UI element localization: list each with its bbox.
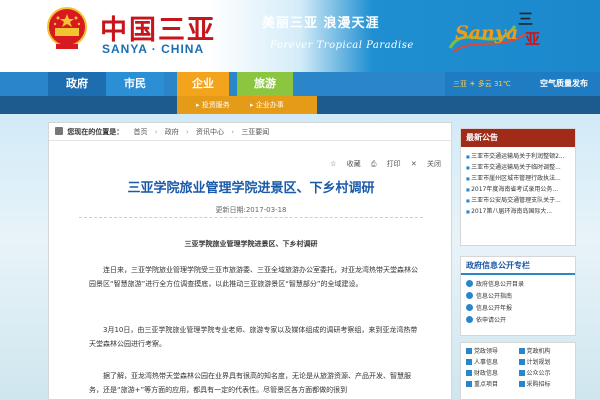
link-icon — [518, 359, 525, 365]
quick-link-label: 人事信息 — [474, 359, 499, 366]
site-header: 中国三亚 SANYA · CHINA 美丽三亚 浪漫天涯 Forever Tro… — [0, 0, 600, 72]
close-label: 关闭 — [427, 160, 441, 168]
article-paragraph: 3月10日，由三亚学院旅业管理学院专业老师、旅游专家以及媒体组成的调研考察组，来… — [89, 326, 418, 348]
brand-char-top: 三 — [518, 10, 534, 28]
link-icon — [466, 359, 472, 365]
bullet-icon — [466, 292, 473, 299]
print-label: 打印 — [386, 160, 401, 168]
print-button[interactable]: ⎙ 打印 — [371, 160, 401, 168]
bullet-icon — [466, 280, 473, 287]
quick-link-label: 公众公示 — [526, 370, 551, 377]
national-emblem-icon — [47, 7, 87, 49]
notice-panel: 最新公告 三亚市交通运输局关于利润整顿2... 三亚市交通运输局关于临时调整..… — [460, 128, 576, 246]
breadcrumb-government[interactable]: 政府 — [165, 128, 179, 136]
quick-link[interactable]: 采购招标 — [518, 379, 572, 390]
article-title: 三亚学院旅业管理学院进景区、下乡村调研 — [127, 181, 375, 196]
notice-panel-title: 最新公告 — [461, 129, 575, 147]
bullet-icon — [466, 316, 473, 323]
breadcrumb-news-center[interactable]: 资讯中心 — [196, 128, 224, 136]
article-paragraph: 据了解，亚龙湾热带天堂森林公园在业界具有很高的知名度，无论是从旅游资源、产品开发… — [89, 372, 411, 394]
close-button[interactable]: ✕ 关闭 — [411, 160, 441, 168]
notice-item[interactable]: 三亚市交通运输局关于临时调整... — [461, 162, 575, 173]
nav-item-citizens[interactable]: 市民 — [106, 72, 164, 96]
location-icon — [55, 127, 63, 135]
sub-nav: 投资服务 企业办事 — [0, 96, 600, 114]
nav-item-tourism[interactable]: 旅游 — [237, 72, 293, 96]
favorite-label: 收藏 — [346, 160, 361, 168]
notice-item[interactable]: 2017年度海南省考试录用公务... — [461, 184, 575, 195]
quick-link[interactable]: 重点项目 — [466, 379, 519, 390]
brand-char-bottom: 亚 — [525, 30, 541, 48]
quick-link[interactable]: 党政领导 — [466, 346, 519, 357]
breadcrumb: 您现在的位置是： 首页 › 政府 › 资讯中心 › 三亚要闻 — [49, 123, 453, 141]
info-panel-title: 政府信息公开专栏 — [461, 257, 575, 275]
link-icon — [466, 370, 472, 376]
article-subhead: 三亚学院旅业管理学院进景区、下乡村调研 — [184, 240, 318, 248]
notice-list: 三亚市交通运输局关于利润整顿2... 三亚市交通运输局关于临时调整... 三亚市… — [461, 147, 575, 217]
slogan-english: Forever Tropical Paradise — [270, 40, 414, 51]
notice-item[interactable]: 三亚市公安局交通管理支队关于... — [461, 195, 575, 206]
quick-links-panel: 党政领导 党政机构 人事信息 计划规划 财政信息 公众公示 重点项目 采购招标 — [460, 342, 576, 400]
breadcrumb-label: 您现在的位置是： — [67, 128, 124, 136]
notice-item[interactable]: 三亚市交通运输局关于利润整顿2... — [461, 151, 575, 162]
title-divider — [79, 217, 423, 218]
breadcrumb-separator: › — [185, 128, 189, 136]
quick-link-label: 财政信息 — [474, 370, 499, 377]
quick-link-label: 计划规划 — [526, 359, 551, 366]
breadcrumb-separator: › — [231, 128, 235, 136]
breadcrumb-separator: › — [154, 128, 158, 136]
favorite-button[interactable]: ☆ 收藏 — [330, 160, 361, 168]
link-icon — [518, 381, 525, 387]
quick-link-label: 党政机构 — [526, 348, 551, 355]
nav-item-enterprise[interactable]: 企业 — [177, 72, 229, 96]
quick-link[interactable]: 公众公示 — [518, 368, 572, 379]
info-item[interactable]: 依申请公开 — [461, 315, 575, 327]
info-item[interactable]: 信息公开年报 — [461, 303, 575, 315]
air-quality-link[interactable]: 空气质量发布 — [540, 72, 588, 96]
site-logo-english[interactable]: SANYA · CHINA — [102, 42, 204, 56]
main-nav: 政府 市民 企业 旅游 三亚 ☀ 多云 31℃ 空气质量发布 — [0, 72, 600, 96]
slogan-chinese: 美丽三亚 浪漫天涯 — [262, 16, 380, 31]
sanya-brand-logo: Sanya — [455, 22, 519, 44]
quick-link-label: 采购招标 — [526, 381, 551, 388]
subnav-item-investment[interactable]: 投资服务 — [196, 96, 230, 114]
weather-info: 三亚 ☀ 多云 31℃ — [453, 80, 511, 88]
info-item-label: 政府信息公开目录 — [476, 281, 525, 288]
notice-item[interactable]: 2017第八届环海南岛国际大... — [461, 206, 575, 217]
info-item-label: 依申请公开 — [476, 317, 507, 324]
quick-link-label: 重点项目 — [474, 381, 499, 388]
info-item[interactable]: 政府信息公开目录 — [461, 279, 575, 291]
notice-item[interactable]: 三亚市崖州区城市管理行政执法... — [461, 173, 575, 184]
link-icon — [518, 370, 525, 376]
info-list: 政府信息公开目录 信息公开指南 信息公开年报 依申请公开 — [461, 275, 575, 327]
article-tools: ☆ 收藏 ⎙ 打印 ✕ 关闭 — [322, 159, 441, 169]
info-item-label: 信息公开指南 — [476, 293, 513, 300]
article-paragraph: 连日来，三亚学院旅业管理学院受三亚市旅游委、三亚全域旅游办公室委托，对亚龙湾热带… — [89, 266, 418, 288]
nav-item-government[interactable]: 政府 — [48, 72, 106, 96]
quick-link[interactable]: 人事信息 — [466, 357, 519, 368]
quick-link[interactable]: 计划规划 — [518, 357, 572, 368]
link-icon — [466, 381, 472, 387]
info-item[interactable]: 信息公开指南 — [461, 291, 575, 303]
quick-link-label: 党政领导 — [474, 348, 499, 355]
link-icon — [466, 348, 472, 354]
quick-link[interactable]: 党政机构 — [518, 346, 572, 357]
breadcrumb-sanya-news[interactable]: 三亚要闻 — [241, 128, 269, 136]
breadcrumb-home[interactable]: 首页 — [133, 128, 147, 136]
subnav-item-enterprise-affairs[interactable]: 企业办事 — [250, 96, 284, 114]
quick-links-grid: 党政领导 党政机构 人事信息 计划规划 财政信息 公众公示 重点项目 采购招标 — [461, 343, 575, 392]
quick-link[interactable]: 财政信息 — [466, 368, 519, 379]
link-icon — [518, 348, 525, 354]
article-panel: 您现在的位置是： 首页 › 政府 › 资讯中心 › 三亚要闻 ☆ 收藏 ⎙ 打印… — [48, 122, 453, 400]
article-date: 更新日期:2017-03-18 — [215, 206, 287, 214]
info-disclosure-panel: 政府信息公开专栏 政府信息公开目录 信息公开指南 信息公开年报 依申请公开 — [460, 256, 576, 336]
bullet-icon — [466, 304, 473, 311]
info-item-label: 信息公开年报 — [476, 305, 513, 312]
